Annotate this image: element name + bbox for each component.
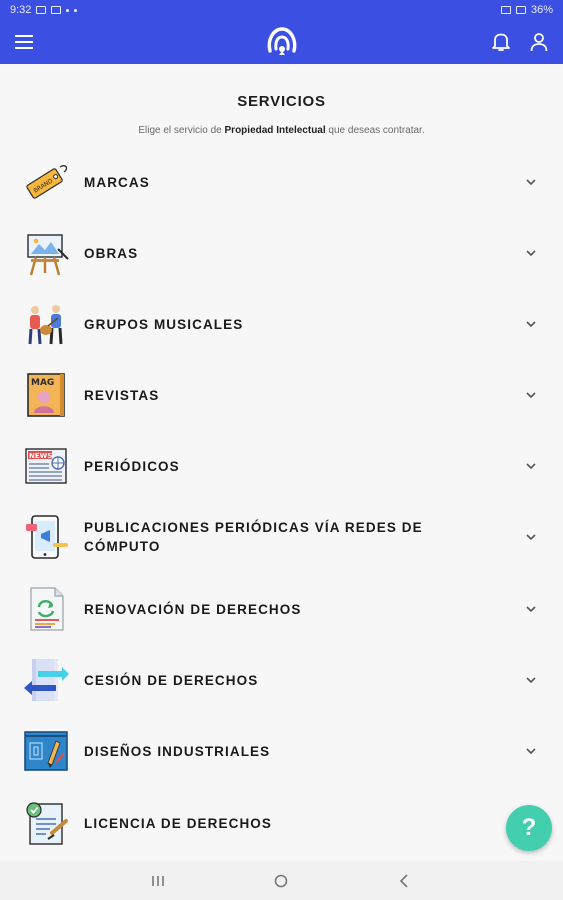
chevron-down-icon[interactable] — [524, 246, 538, 260]
service-item-renovacion-de-derechos[interactable]: RENOVACIÓN DE DERECHOS — [0, 577, 563, 641]
page-subtitle: Elige el servicio de Propiedad Intelectu… — [138, 125, 425, 136]
service-label-marcas: MARCAS — [84, 175, 150, 190]
service-item-revistas[interactable]: MAG REVISTAS — [0, 363, 563, 427]
service-item-marcas[interactable]: BRAND MARCAS — [0, 150, 563, 214]
chevron-down-icon[interactable] — [524, 175, 538, 189]
service-item-obras[interactable]: OBRAS — [0, 221, 563, 285]
service-label-renovacion-de-derechos: RENOVACIÓN DE DERECHOS — [84, 602, 302, 617]
license-document-icon — [26, 802, 68, 845]
menu-icon[interactable] — [12, 30, 36, 54]
chevron-down-icon[interactable] — [524, 673, 538, 687]
help-icon: ? — [521, 814, 537, 841]
service-label-grupos-musicales: GRUPOS MUSICALES — [84, 317, 244, 332]
svg-text:NEWS: NEWS — [29, 452, 52, 460]
service-item-disenos-industriales[interactable]: DISEÑOS INDUSTRIALES — [0, 719, 563, 783]
chevron-down-icon[interactable] — [524, 317, 538, 331]
chevron-down-icon[interactable] — [524, 530, 538, 544]
chevron-down-icon[interactable] — [524, 459, 538, 473]
user-profile-icon[interactable] — [527, 30, 551, 54]
dot-icon — [74, 8, 78, 12]
svg-text:MAG: MAG — [31, 378, 54, 388]
service-item-licencia-de-derechos[interactable]: LICENCIA DE DERECHOS — [0, 791, 563, 855]
service-item-cesion-de-derechos[interactable]: CESIÓN DE DERECHOS — [0, 648, 563, 712]
blueprint-design-icon — [24, 731, 68, 771]
service-label-disenos-industriales: DISEÑOS INDUSTRIALES — [84, 744, 271, 759]
cloud-icon — [66, 8, 70, 12]
service-label-licencia-de-derechos: LICENCIA DE DERECHOS — [84, 816, 273, 831]
recent-apps-icon[interactable] — [150, 873, 166, 889]
music-band-icon — [28, 305, 63, 345]
home-icon[interactable] — [273, 873, 289, 889]
subtitle-highlight: Propiedad Intelectual — [224, 125, 326, 136]
app-logo — [267, 27, 297, 55]
service-item-grupos-musicales[interactable]: GRUPOS MUSICALES — [0, 292, 563, 356]
service-label-cesion-de-derechos: CESIÓN DE DERECHOS — [84, 673, 259, 688]
system-nav-bar — [0, 861, 563, 900]
service-item-publicaciones-periodicas[interactable]: PUBLICACIONES PERIÓDICAS VÍA REDES DE CÓ… — [0, 505, 563, 569]
page-title: SERVICIOS — [237, 93, 326, 110]
services-page: SERVICIOS Elige el servicio de Propiedad… — [0, 64, 563, 861]
chevron-down-icon[interactable] — [524, 602, 538, 616]
service-label-obras: OBRAS — [84, 246, 139, 261]
bell-icon[interactable] — [489, 30, 513, 54]
recycle-document-icon — [30, 587, 64, 631]
magazine-icon: MAG — [27, 373, 65, 417]
chevron-down-icon[interactable] — [524, 744, 538, 758]
newspaper-icon: NEWS — [25, 448, 67, 484]
chevron-down-icon[interactable] — [524, 388, 538, 402]
help-button[interactable]: ? — [506, 805, 552, 851]
service-item-periodicos[interactable]: NEWS PERIÓDICOS — [0, 434, 563, 498]
tablet-publication-icon — [26, 515, 68, 559]
service-label-periodicos: PERIÓDICOS — [84, 459, 180, 474]
app-bar — [0, 20, 563, 64]
back-icon[interactable] — [397, 873, 413, 889]
service-label-publicaciones-periodicas: PUBLICACIONES PERIÓDICAS VÍA REDES DE CÓ… — [84, 520, 423, 554]
service-label-revistas: REVISTAS — [84, 388, 160, 403]
status-bar: 9:32 36% — [0, 0, 563, 20]
notification-icon — [36, 6, 47, 14]
price-tag-icon: BRAND — [26, 165, 68, 199]
status-time: 9:32 — [10, 4, 32, 16]
easel-painting-icon — [27, 234, 69, 276]
wifi-icon — [515, 6, 526, 14]
gallery-icon — [51, 6, 62, 14]
mute-icon — [500, 6, 511, 14]
battery-level: 36% — [530, 4, 553, 16]
transfer-arrows-icon — [24, 659, 69, 701]
